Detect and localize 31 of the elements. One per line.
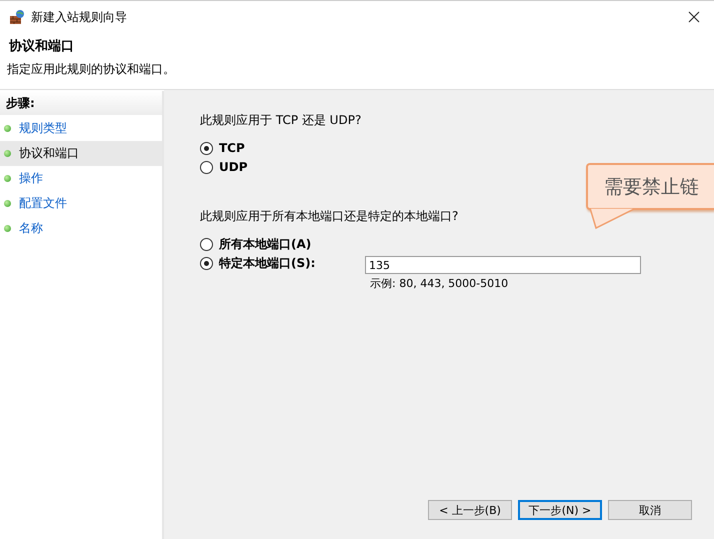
radio-option[interactable]: UDP (200, 160, 248, 174)
question-text: 此规则应用于所有本地端口还是特定的本地端口? (200, 208, 458, 225)
radio-option[interactable]: 特定本地端口(S): (200, 256, 316, 270)
radio-button[interactable] (200, 142, 213, 154)
callout-tooltip: 需要禁止链 (586, 163, 714, 231)
wizard-button[interactable]: < 上一步(B) (428, 500, 512, 520)
port-input-field[interactable]: 135 (365, 256, 641, 274)
step-item[interactable]: 操作 (0, 166, 162, 191)
close-icon[interactable] (688, 11, 700, 23)
wizard-button[interactable]: 取消 (608, 500, 692, 520)
radio-option[interactable]: TCP (200, 141, 245, 155)
radio-button[interactable] (200, 256, 213, 270)
status-dot-icon (4, 175, 11, 182)
step-item[interactable]: 规则类型 (0, 116, 162, 141)
step-item[interactable]: 配置文件 (0, 191, 162, 216)
radio-button[interactable] (200, 238, 213, 250)
example-hint: 示例: 80, 443, 5000-5010 (369, 276, 510, 291)
radio-button[interactable] (200, 160, 213, 174)
radio-option[interactable]: 所有本地端口(A) (200, 237, 312, 251)
status-dot-icon (4, 125, 11, 132)
status-dot-icon (4, 200, 11, 207)
firewall-icon (9, 9, 25, 25)
wizard-button[interactable]: 下一步(N) > (518, 500, 602, 520)
step-item[interactable]: 协议和端口 (0, 141, 162, 166)
window-title: 新建入站规则向导 (31, 8, 128, 26)
status-dot-icon (4, 225, 11, 232)
status-dot-icon (4, 150, 11, 157)
step-item[interactable]: 名称 (0, 216, 162, 241)
page-title: 协议和端口 (8, 38, 75, 55)
question-text: 此规则应用于 TCP 还是 UDP? (200, 112, 362, 129)
page-subtitle: 指定应用此规则的协议和端口。 (7, 61, 176, 78)
